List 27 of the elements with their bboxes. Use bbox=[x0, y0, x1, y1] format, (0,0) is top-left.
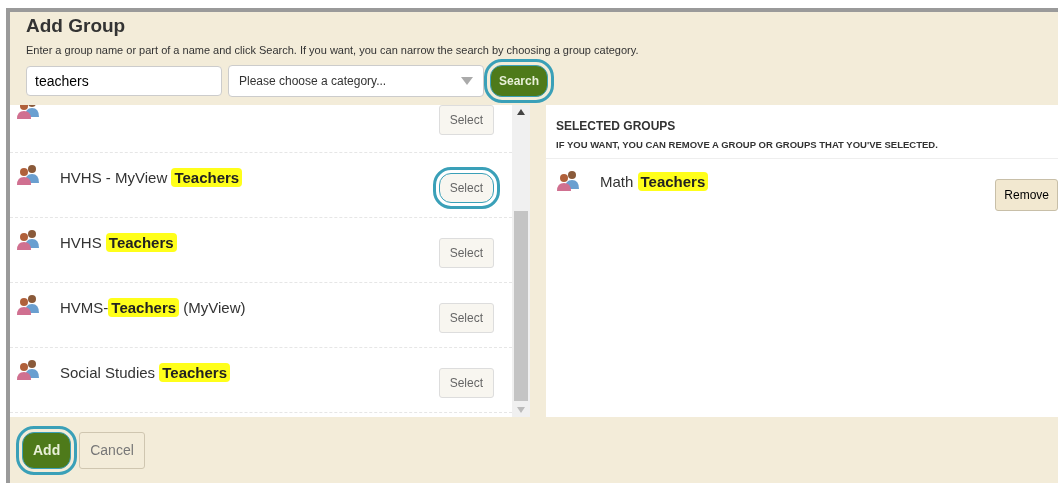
select-button[interactable]: Select bbox=[438, 104, 494, 135]
group-name: HVHS - MyView Teachers bbox=[60, 162, 419, 189]
group-name: HVHS Teachers bbox=[60, 227, 419, 254]
select-button[interactable]: Select bbox=[438, 302, 494, 333]
remove-button[interactable]: Remove bbox=[995, 178, 1058, 211]
scroll-down-icon[interactable] bbox=[517, 407, 525, 413]
people-icon bbox=[556, 168, 580, 191]
group-name: Social Studies Teachers bbox=[60, 357, 419, 384]
group-name: Math Teachers bbox=[600, 168, 976, 194]
group-name: HVMS-Teachers (MyView) bbox=[60, 296, 247, 319]
people-icon bbox=[16, 162, 40, 185]
scrollbar[interactable] bbox=[512, 104, 530, 417]
people-icon bbox=[16, 357, 40, 380]
select-button[interactable]: Select bbox=[438, 237, 494, 268]
search-field[interactable]: teachers bbox=[26, 65, 222, 96]
selected-subheading: IF YOU WANT, YOU CAN REMOVE A GROUP OR GROUPS THAT YOU'VE SELECTED. bbox=[556, 137, 939, 152]
caret-icon bbox=[461, 76, 473, 85]
scroll-thumb[interactable] bbox=[514, 211, 528, 401]
cancel-button[interactable]: Cancel bbox=[79, 431, 145, 469]
people-icon bbox=[16, 227, 40, 250]
category-dropdown[interactable]: Please choose a category... bbox=[228, 64, 484, 97]
selected-heading: SELECTED GROUPS bbox=[556, 117, 677, 135]
instructions-text: Enter a group name or part of a name and click Search. If you want, you can narrow the search by choosing a group category. bbox=[26, 43, 640, 58]
select-button[interactable]: Select bbox=[438, 367, 494, 398]
people-icon bbox=[16, 292, 40, 315]
dialog-title: Add Group bbox=[26, 14, 127, 38]
scroll-up-icon[interactable] bbox=[517, 108, 525, 115]
